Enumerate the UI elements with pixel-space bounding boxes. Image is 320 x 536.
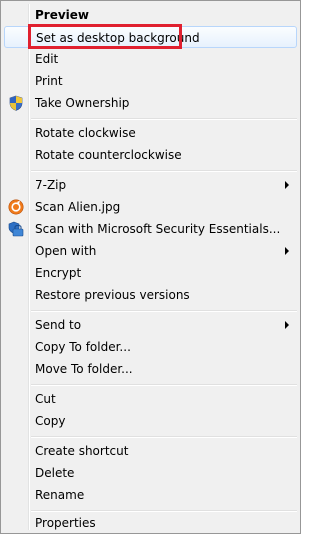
menu-item-move-to-folder[interactable]: Move To folder...	[4, 358, 297, 380]
annotation-highlight-box	[28, 24, 182, 49]
menu-separator	[31, 436, 297, 438]
menu-item-send-to[interactable]: Send to	[4, 314, 297, 336]
menu-item-label: Create shortcut	[35, 444, 129, 458]
avast-scan-icon	[8, 199, 24, 215]
menu-item-edit[interactable]: Edit	[4, 48, 297, 70]
menu-item-label: Move To folder...	[35, 362, 133, 376]
menu-item-label: Preview	[35, 8, 90, 22]
menu-item-label: Scan with Microsoft Security Essentials.…	[35, 222, 281, 236]
menu-item-preview[interactable]: Preview	[4, 4, 297, 26]
menu-item-properties[interactable]: Properties	[4, 512, 297, 534]
menu-item-create-shortcut[interactable]: Create shortcut	[4, 440, 297, 462]
context-menu: Preview Set as desktop background Edit P…	[0, 0, 301, 534]
menu-item-encrypt[interactable]: Encrypt	[4, 262, 297, 284]
uac-shield-icon	[8, 95, 24, 111]
menu-item-label: Encrypt	[35, 266, 82, 280]
menu-item-label: Edit	[35, 52, 59, 66]
menu-item-rotate-counterclockwise[interactable]: Rotate counterclockwise	[4, 144, 297, 166]
submenu-arrow-icon	[285, 321, 289, 329]
menu-item-copy[interactable]: Copy	[4, 410, 297, 432]
menu-item-scan-file[interactable]: Scan Alien.jpg	[4, 196, 297, 218]
menu-item-label: Rotate clockwise	[35, 126, 136, 140]
menu-item-open-with[interactable]: Open with	[4, 240, 297, 262]
menu-item-label: Copy	[35, 414, 66, 428]
menu-item-take-ownership[interactable]: Take Ownership	[4, 92, 297, 114]
menu-item-rename[interactable]: Rename	[4, 484, 297, 506]
mse-icon	[8, 221, 24, 237]
menu-item-label: Open with	[35, 244, 97, 258]
menu-separator	[31, 384, 297, 386]
menu-item-label: Properties	[35, 516, 96, 530]
menu-item-label: Delete	[35, 466, 75, 480]
menu-item-label: Cut	[35, 392, 56, 406]
menu-item-label: Take Ownership	[35, 96, 130, 110]
menu-item-7zip[interactable]: 7-Zip	[4, 174, 297, 196]
menu-item-label: Copy To folder...	[35, 340, 131, 354]
menu-item-copy-to-folder[interactable]: Copy To folder...	[4, 336, 297, 358]
menu-item-label: 7-Zip	[35, 178, 67, 192]
submenu-arrow-icon	[285, 181, 289, 189]
menu-separator	[31, 118, 297, 120]
menu-item-label: Scan Alien.jpg	[35, 200, 121, 214]
menu-item-cut[interactable]: Cut	[4, 388, 297, 410]
menu-item-scan-mse[interactable]: Scan with Microsoft Security Essentials.…	[4, 218, 297, 240]
menu-item-label: Send to	[35, 318, 82, 332]
menu-item-label: Print	[35, 74, 63, 88]
menu-separator	[31, 170, 297, 172]
menu-item-restore-previous-versions[interactable]: Restore previous versions	[4, 284, 297, 306]
menu-item-print[interactable]: Print	[4, 70, 297, 92]
menu-item-delete[interactable]: Delete	[4, 462, 297, 484]
menu-item-label: Rotate counterclockwise	[35, 148, 182, 162]
menu-separator	[31, 310, 297, 312]
menu-item-label: Rename	[35, 488, 85, 502]
menu-item-label: Restore previous versions	[35, 288, 190, 302]
menu-item-rotate-clockwise[interactable]: Rotate clockwise	[4, 122, 297, 144]
submenu-arrow-icon	[285, 247, 289, 255]
